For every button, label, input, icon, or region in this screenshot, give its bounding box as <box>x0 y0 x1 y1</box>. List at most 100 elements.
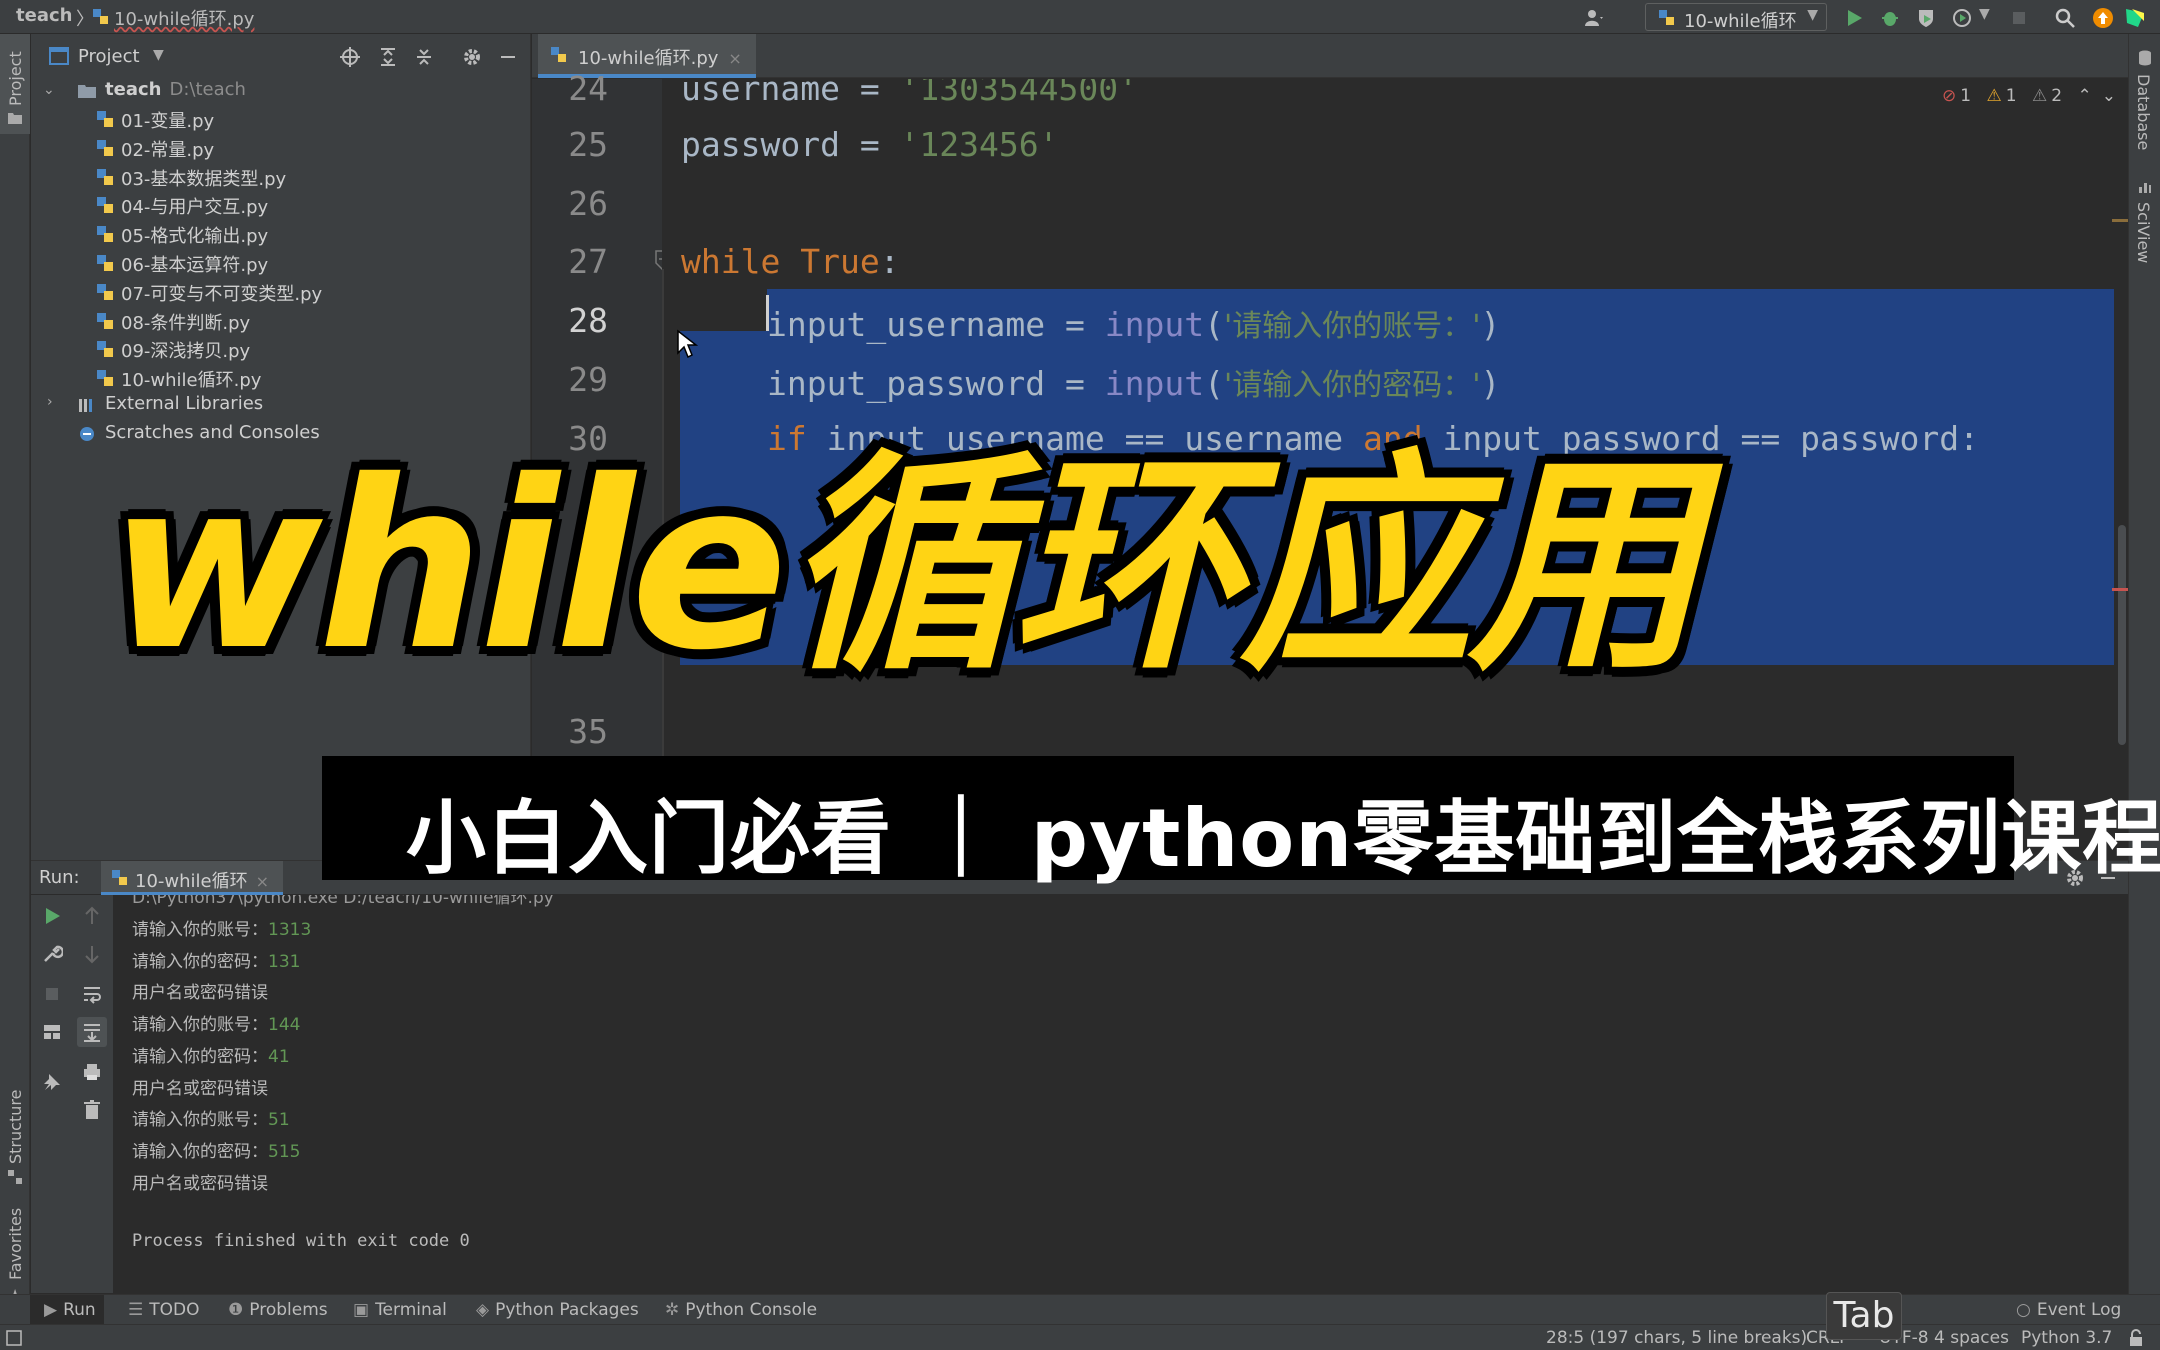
close-icon[interactable]: × <box>728 49 741 68</box>
search-icon[interactable] <box>2054 7 2076 29</box>
tree-file-label: 09-深浅拷贝.py <box>121 341 251 363</box>
chevron-down-icon[interactable]: ▼ <box>153 47 164 63</box>
arrow-down-icon[interactable] <box>81 943 103 965</box>
folder-icon <box>78 85 96 98</box>
editor-tab-bar: 10-while循环.py × <box>532 34 2128 78</box>
arrow-up-icon[interactable] <box>81 905 103 927</box>
jetbrains-logo-icon <box>2126 9 2144 27</box>
tree-root-name: teach <box>105 79 162 100</box>
run-configuration-select[interactable]: 10-while循环 ▼ <box>1645 3 1827 32</box>
close-icon[interactable]: × <box>256 872 269 891</box>
next-highlight-icon[interactable]: ⌄ <box>2102 86 2116 106</box>
console-prompt: 请输入你的账号： <box>132 1110 268 1131</box>
python-file-icon <box>97 341 113 358</box>
sciview-tool-button[interactable]: SciView <box>2129 180 2160 310</box>
chevron-right-icon[interactable]: › <box>47 394 53 410</box>
minimize-icon[interactable] <box>497 46 519 68</box>
expand-all-icon[interactable] <box>377 46 399 68</box>
tree-file-label: 03-基本数据类型.py <box>121 168 287 190</box>
title-bar: teach 〉 10-while循环.py 10-while循环 ▼ ▼ <box>0 0 2160 34</box>
sciview-icon <box>2139 183 2151 193</box>
info-icon: ❶ <box>228 1300 244 1320</box>
tool-tab-event-log[interactable]: ○ Event Log <box>2016 1300 2121 1320</box>
code-line-25: password = '123456' <box>681 125 1059 164</box>
rerun-icon[interactable] <box>41 905 63 927</box>
chevron-down-icon[interactable]: ⌄ <box>43 82 55 98</box>
tool-tab-terminal[interactable]: ▣ Terminal <box>353 1300 447 1320</box>
project-tool-button[interactable]: Project <box>0 34 30 134</box>
print-icon[interactable] <box>81 1061 103 1083</box>
inspections-widget[interactable]: ⊘ 1 ⚠ 1 ⚠ 2 ⌃ ⌄ <box>1942 86 2126 106</box>
run-console[interactable]: D:\Python37\python.exe D:/teach/10-while… <box>114 895 2114 1293</box>
python-file-icon <box>97 283 113 300</box>
terminal-icon: ▣ <box>353 1300 370 1320</box>
python-file-icon <box>97 255 113 271</box>
python-file-icon <box>97 370 113 387</box>
user-icon[interactable] <box>1583 7 1605 29</box>
console-line: 请输入你的密码：131 <box>132 947 300 972</box>
profile-icon[interactable] <box>1951 7 1973 29</box>
video-title-overlay: while循环应用 <box>108 431 1700 701</box>
update-icon[interactable] <box>2092 7 2114 29</box>
line-number: 35 <box>568 712 608 751</box>
python-interpreter[interactable]: Python 3.7 <box>2021 1328 2112 1348</box>
breadcrumb-project[interactable]: teach <box>16 5 72 26</box>
locate-file-icon[interactable] <box>339 46 361 68</box>
line-number: 24 <box>568 69 608 108</box>
tool-tab-python-packages[interactable]: ◈ Python Packages <box>476 1300 639 1320</box>
gear-icon[interactable] <box>461 46 483 68</box>
line-number: 29 <box>568 360 608 399</box>
scroll-to-end-toggle[interactable] <box>77 1017 107 1047</box>
console-user-input: 515 <box>268 1141 301 1162</box>
editor-tab-label: 10-while循环.py <box>578 48 719 69</box>
tool-tab-run-label: Run <box>63 1300 96 1320</box>
console-line: 请输入你的账号：1313 <box>132 915 311 940</box>
stop-icon[interactable] <box>2008 7 2030 29</box>
warning-count: 1 <box>2005 86 2017 106</box>
tree-file-label: 07-可变与不可变类型.py <box>121 283 323 305</box>
run-tab[interactable]: 10-while循环 × <box>101 861 284 895</box>
soft-wrap-icon[interactable] <box>81 983 103 1005</box>
tool-tab-python-console[interactable]: ✲ Python Console <box>665 1300 817 1320</box>
tool-tab-run[interactable]: ▶ Run <box>30 1295 104 1325</box>
debug-icon[interactable] <box>1879 7 1901 29</box>
indent-setting[interactable]: 4 spaces <box>1934 1328 2009 1348</box>
tool-tab-terminal-label: Terminal <box>375 1300 447 1320</box>
tool-tab-todo[interactable]: ☰ TODO <box>128 1300 200 1320</box>
lock-icon[interactable] <box>2128 1329 2144 1347</box>
run-icon[interactable] <box>1843 7 1865 29</box>
console-line: 请输入你的账号：51 <box>132 1105 290 1130</box>
tool-tab-problems[interactable]: ❶ Problems <box>228 1300 328 1320</box>
collapse-all-icon[interactable] <box>413 46 435 68</box>
more-run-options-icon[interactable]: ▼ <box>1979 6 2001 28</box>
console-exit-message: Process finished with exit code 0 <box>132 1231 470 1251</box>
console-prompt: 请输入你的账号： <box>132 920 268 940</box>
coverage-icon[interactable] <box>1915 7 1937 29</box>
error-stripe-marker[interactable] <box>2112 588 2128 591</box>
editor-scrollbar-thumb[interactable] <box>2118 525 2126 745</box>
caret-position[interactable]: 28:5 (197 chars, 5 line breaks) <box>1546 1328 1807 1348</box>
layout-icon[interactable] <box>41 1021 63 1043</box>
database-tool-button[interactable]: Database <box>2129 50 2160 180</box>
error-icon: ⊘ <box>1942 86 1957 106</box>
trash-icon[interactable] <box>81 1099 103 1121</box>
pin-icon[interactable] <box>41 1071 63 1093</box>
tree-root-path: D:\teach <box>169 79 246 100</box>
structure-tool-button[interactable]: Structure <box>0 1044 30 1194</box>
warning-stripe-marker[interactable] <box>2112 219 2128 222</box>
code-line-24: username = '1303544500' <box>681 79 1138 108</box>
stop-icon[interactable] <box>41 983 63 1005</box>
project-view-icon <box>49 47 69 65</box>
favorites-tool-label: Favorites <box>6 1207 25 1280</box>
toggle-tool-windows-icon[interactable] <box>6 1330 22 1346</box>
console-prompt: 请输入你的密码： <box>132 1141 268 1162</box>
breadcrumb-file[interactable]: 10-while循环.py <box>114 5 254 31</box>
code-line-27: while True: <box>681 242 900 281</box>
project-view-selector[interactable]: Project <box>78 46 140 67</box>
tool-tab-event-log-label: Event Log <box>2036 1300 2122 1320</box>
previous-highlight-icon[interactable]: ⌃ <box>2077 86 2091 106</box>
wrench-icon[interactable] <box>41 943 63 965</box>
console-line: 用户名或密码错误 <box>132 978 268 1003</box>
project-tool-label: Project <box>6 51 25 106</box>
run-configuration-label: 10-while循环 <box>1684 11 1797 32</box>
